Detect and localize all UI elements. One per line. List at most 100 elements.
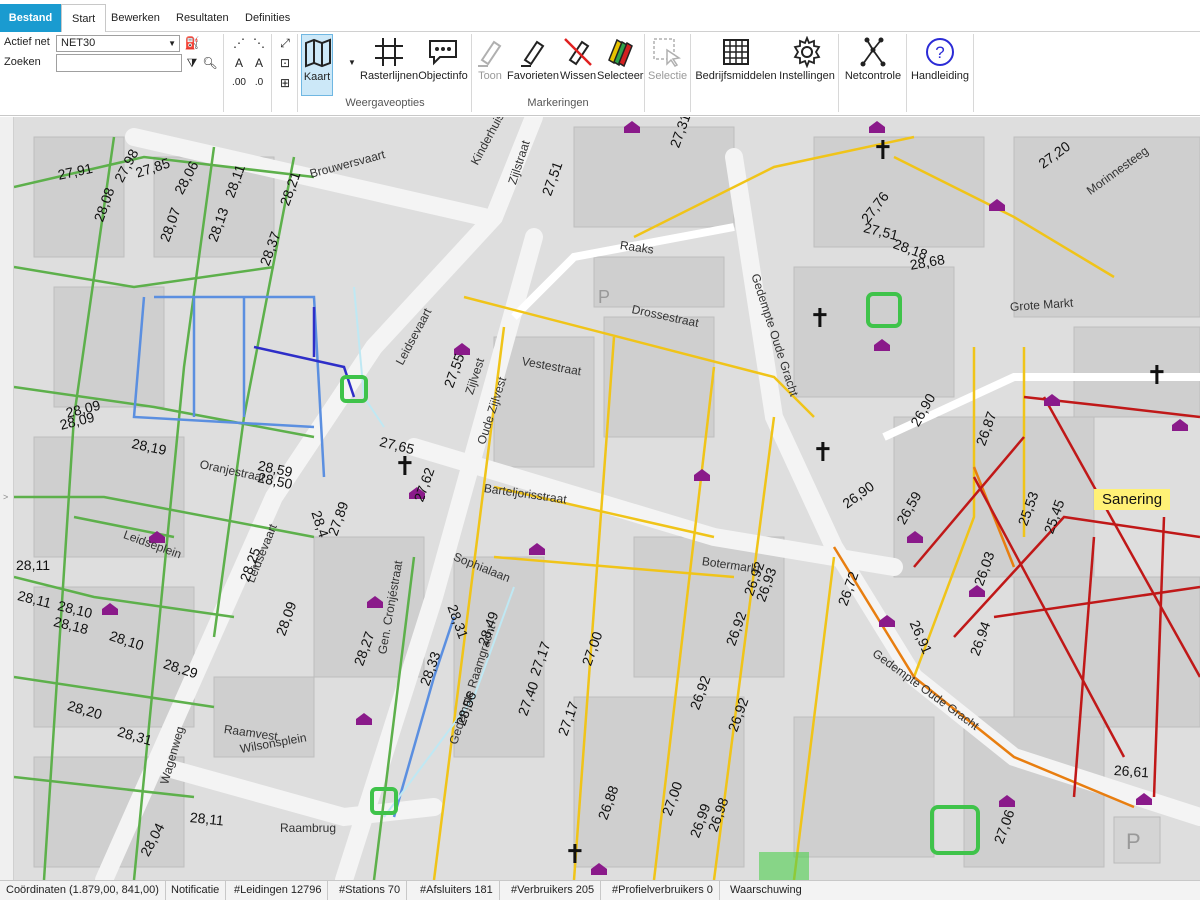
map-icon <box>305 38 331 68</box>
marker-erase-icon <box>564 38 592 66</box>
decimals-more-icon[interactable]: .00 <box>230 74 248 92</box>
node-tool-icon[interactable]: ⋰ <box>230 34 248 52</box>
stations-count: #Stations 70 <box>333 881 408 900</box>
help-icon: ? <box>926 38 954 66</box>
favorieten-button[interactable]: Favorieten <box>507 34 559 96</box>
green-area <box>759 852 809 880</box>
afsluiters-count: #Afsluiters 181 <box>414 881 500 900</box>
gear-icon <box>793 36 821 68</box>
separator <box>838 34 839 112</box>
speech-bubble-icon <box>429 40 457 66</box>
elevation-label: 26,61 <box>1113 762 1150 781</box>
tab-bewerken[interactable]: Bewerken <box>101 4 170 32</box>
tab-resultaten[interactable]: Resultaten <box>166 4 239 32</box>
tab-definities[interactable]: Definities <box>235 4 300 32</box>
separator <box>906 34 907 112</box>
color-markers-icon <box>608 38 633 68</box>
waarschuwing-status[interactable]: Waarschuwing <box>724 881 808 900</box>
group-markeringen: Markeringen <box>527 97 589 109</box>
notificatie-status[interactable]: Notificatie <box>165 881 227 900</box>
profielverbruikers-count: #Profielverbruikers 0 <box>606 881 720 900</box>
wissen-button[interactable]: Wissen <box>560 34 596 96</box>
selectie-label: Selectie <box>648 70 688 82</box>
table-grid-icon <box>723 39 749 65</box>
zoom-selection-icon[interactable]: ⊡ <box>276 54 294 72</box>
church-icon: ✝ <box>812 438 834 468</box>
toon-label: Toon <box>478 70 502 82</box>
kaart-button[interactable]: Kaart <box>301 34 333 96</box>
verbruikers-count: #Verbruikers 205 <box>505 881 602 900</box>
zoom-extent-icon[interactable]: ⤢ <box>276 34 294 52</box>
parking-icon: P <box>598 287 610 307</box>
parking-icon: P <box>1126 829 1141 854</box>
line-tool-icon[interactable]: ⋱ <box>250 34 268 52</box>
marker-icon <box>478 40 502 67</box>
chevron-down-icon: ▼ <box>168 39 176 48</box>
svg-text:?: ? <box>935 43 944 62</box>
kaart-label: Kaart <box>303 71 331 83</box>
font-larger-icon[interactable]: A <box>230 54 248 72</box>
ribbon-tab-bar: Bestand Start Bewerken Resultaten Defini… <box>0 0 1200 33</box>
actief-net-dropdown[interactable]: NET30 ▼ <box>56 35 180 52</box>
separator <box>973 34 974 112</box>
objectinfo-button[interactable]: Objectinfo <box>417 34 469 96</box>
separator <box>223 34 224 112</box>
coordinates-readout: Coördinaten (1.879,00, 841,00) <box>0 881 166 900</box>
zoom-window-icon[interactable]: ⊞ <box>276 74 294 92</box>
rasterlijnen-label: Rasterlijnen <box>360 70 419 82</box>
church-icon: ✝ <box>809 304 831 334</box>
handleiding-label: Handleiding <box>910 70 970 82</box>
instellingen-label: Instellingen <box>779 70 835 82</box>
decimals-less-icon[interactable]: .0 <box>250 74 268 92</box>
objectinfo-label: Objectinfo <box>418 70 468 82</box>
church-icon: ✝ <box>1146 361 1168 391</box>
rasterlijnen-button[interactable]: Rasterlijnen <box>360 34 418 96</box>
paint-bucket-icon[interactable]: ⛽ <box>183 34 201 52</box>
handleiding-button[interactable]: ? Handleiding <box>909 34 971 96</box>
netcontrole-label: Netcontrole <box>844 70 902 82</box>
marker-icon <box>521 40 545 67</box>
search-icon[interactable]: 🔍︎ <box>201 54 219 72</box>
separator <box>271 34 272 112</box>
map-view[interactable]: ✝ ✝ ✝ ✝ ✝ ✝ P P Brouwersvaart Raaks Dros… <box>14 117 1200 880</box>
kaart-dropdown-icon[interactable]: ▼ <box>343 54 361 72</box>
selecteer-label: Selecteer <box>597 70 644 82</box>
elevation-label: 28,11 <box>189 809 225 829</box>
separator <box>471 34 472 112</box>
group-weergaveopties: Weergaveopties <box>345 97 425 109</box>
status-bar: Coördinaten (1.879,00, 841,00) Notificat… <box>0 880 1200 900</box>
search-input[interactable] <box>56 54 182 72</box>
actief-net-label: Actief net <box>4 36 50 48</box>
street-label: Raambrug <box>280 821 337 835</box>
selection-cursor-icon <box>653 38 681 67</box>
selectie-button[interactable]: Selectie <box>648 34 688 96</box>
toon-button[interactable]: Toon <box>474 34 506 96</box>
tab-bestand[interactable]: Bestand <box>0 4 61 32</box>
separator <box>690 34 691 112</box>
filter-icon[interactable]: ⧩ <box>183 54 201 72</box>
netcontrole-button[interactable]: Netcontrole <box>842 34 904 96</box>
left-panel-collapse-strip[interactable]: > <box>0 117 14 880</box>
favorieten-label: Favorieten <box>507 70 559 82</box>
church-icon: ✝ <box>564 840 586 870</box>
separator <box>644 34 645 112</box>
expand-icon: > <box>3 492 9 502</box>
grid-icon <box>375 38 403 66</box>
actief-net-value: NET30 <box>61 37 96 49</box>
instellingen-button[interactable]: Instellingen <box>778 34 836 96</box>
leidingen-count: #Leidingen 12796 <box>228 881 329 900</box>
selecteer-button[interactable]: Selecteer <box>597 34 644 96</box>
separator <box>297 34 298 112</box>
wissen-label: Wissen <box>560 70 597 82</box>
bedrijfsmiddelen-button[interactable]: Bedrijfsmiddelen <box>694 34 778 96</box>
elevation-label: 28,11 <box>16 557 50 573</box>
zoeken-label: Zoeken <box>4 56 41 68</box>
tab-start[interactable]: Start <box>61 4 107 33</box>
font-smaller-icon[interactable]: A <box>250 54 268 72</box>
ribbon: Actief net NET30 ▼ ⛽ Zoeken ⧩ 🔍︎ ⋰ ⋱ A A… <box>0 32 1200 116</box>
church-icon: ✝ <box>872 136 894 166</box>
sanering-badge[interactable]: Sanering <box>1094 489 1171 510</box>
network-icon <box>860 37 886 67</box>
bedrijfsmiddelen-label: Bedrijfsmiddelen <box>695 70 777 82</box>
church-icon: ✝ <box>394 452 416 482</box>
